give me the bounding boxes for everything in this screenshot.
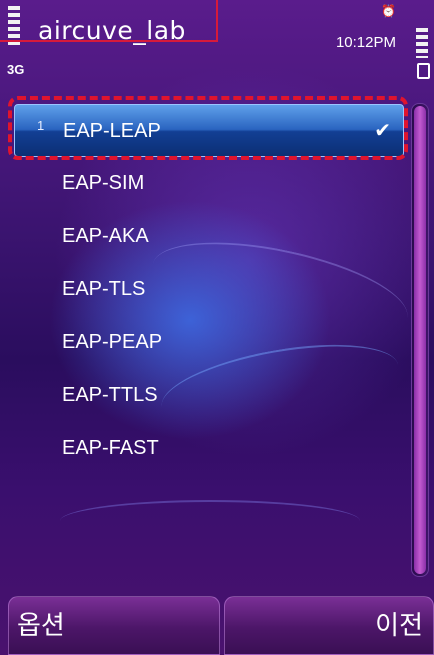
back-softkey[interactable]: 이전 [224,596,434,655]
alarm-clock-icon: ⏰ [381,4,396,18]
list-item-eap-tls[interactable]: EAP-TLS [0,263,410,316]
network-type: 3G [7,62,25,77]
checkmark-icon: ✔ [374,120,391,142]
clock: 10:12PM [335,34,396,51]
list-item-label: EAP-AKA [62,225,149,247]
options-softkey[interactable]: 옵션 [8,596,220,655]
shortcut-number: 1 [37,118,45,133]
list-item-label: EAP-SIM [62,172,145,194]
list-item-eap-fast[interactable]: EAP-FAST [0,422,410,475]
status-bar: aircuve_lab 3G ⏰ 10:12PM [0,0,434,90]
list-item-eap-ttls[interactable]: EAP-TTLS [0,369,410,422]
eap-method-list: 1 EAP-LEAP ✔ EAP-SIM EAP-AKA EAP-TLS EAP… [0,104,410,475]
list-item-label: EAP-LEAP [63,120,161,142]
scrollbar-thumb[interactable] [414,106,426,574]
list-item-label: EAP-TLS [62,278,146,300]
list-item-eap-leap[interactable]: 1 EAP-LEAP ✔ [14,104,404,157]
list-item-eap-sim[interactable]: EAP-SIM [0,157,410,210]
list-item-eap-aka[interactable]: EAP-AKA [0,210,410,263]
list-item-eap-peap[interactable]: EAP-PEAP [0,316,410,369]
phone-screen: aircuve_lab 3G ⏰ 10:12PM 1 EAP-LEAP ✔ EA… [0,0,434,655]
battery-icon [417,63,430,79]
scrollbar[interactable] [411,103,429,577]
list-item-label: EAP-PEAP [62,331,163,353]
list-item-label: EAP-TTLS [62,384,158,406]
background-swoosh [60,500,360,542]
list-item-label: EAP-FAST [62,437,159,459]
app-title: aircuve_lab [38,16,186,45]
battery-level-icon [416,28,428,58]
